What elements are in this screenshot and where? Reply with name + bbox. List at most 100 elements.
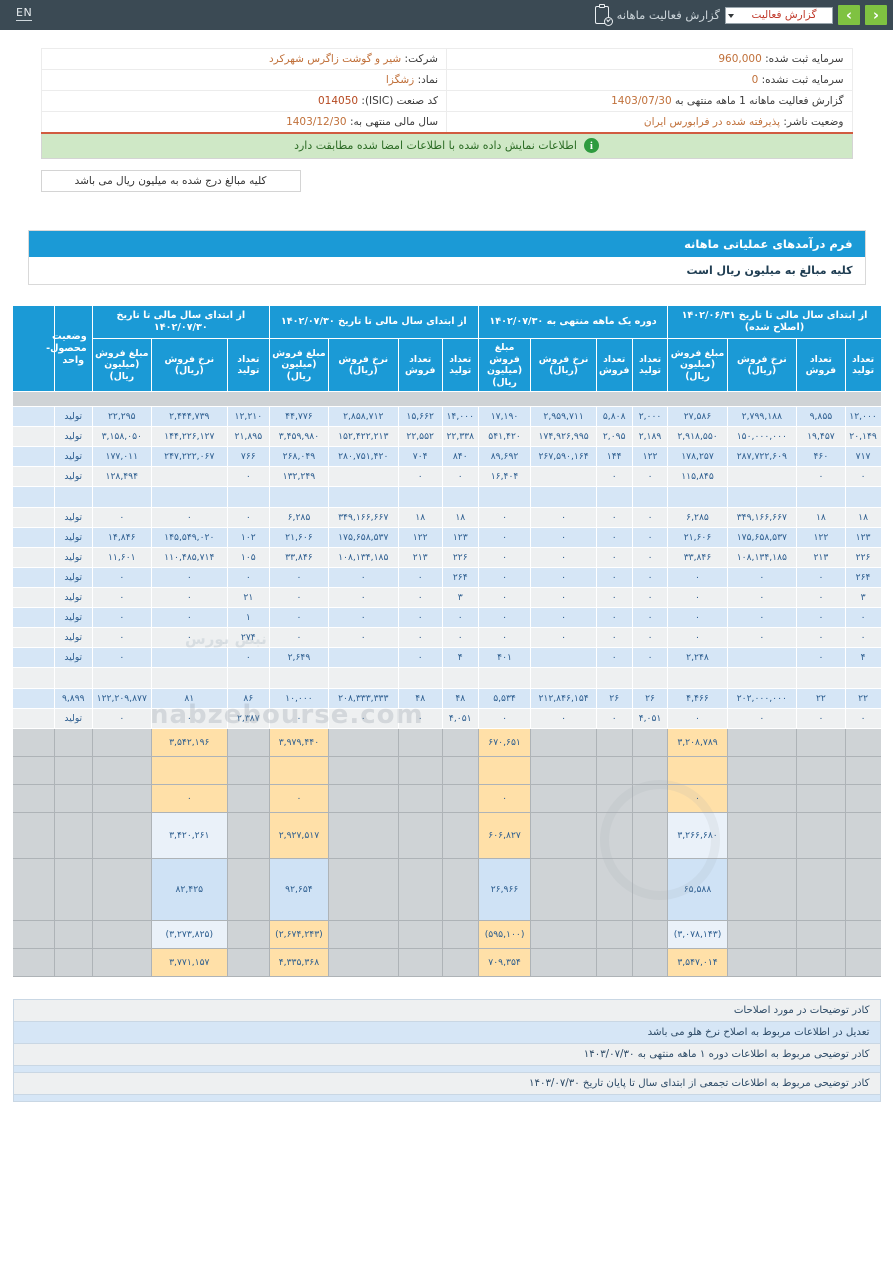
info-row-company: سرمایه ثبت شده: 960,000 شرکت: شیر و گوشت… [40,48,853,70]
language-toggle-en[interactable]: EN [16,7,33,21]
table-cell: ۲۴۷,۲۲۲,۰۶۷ [150,446,228,468]
totals-row: ۳,۵۴۷,۰۱۴ ۷۰۹,۳۵۴ ۴,۳۳۵,۳۶۸ ۳,۷۷۱,۱۵۷ [12,948,881,978]
table-cell: ۶,۲۸۵ [268,507,329,529]
table-cell: ۲,۷۹۹,۱۸۸ [726,406,798,428]
totals-empty-cell [595,948,633,978]
totals-empty-cell [327,756,399,786]
totals-empty-cell [53,812,93,860]
totals-empty-cell [726,920,798,950]
table-cell: ۰ [726,587,798,609]
table-cell: ۲۶۸,۰۴۹ [268,446,329,468]
totals-empty-cell [226,756,270,786]
footer-note-row-3: کادر توضیحی مربوط به اطلاعات تجمعی از اب… [12,1072,881,1096]
table-cell: ۰ [796,708,846,730]
table-cell: ۲۱۳ [796,547,846,569]
table-cell: ۵,۸۰۸ [595,406,633,428]
totals-value-cell: ۹۲,۶۵۴ [268,858,329,922]
table-cell: ۴۸ [441,688,479,710]
totals-empty-cell [726,756,798,786]
table-cell: ۲۶ [631,688,669,710]
prev-report-button[interactable]: ‹ [865,5,887,25]
col-sales-amount-1: مبلغ فروش (میلیون ریال) [667,337,728,393]
table-cell: ۳۳,۸۴۶ [667,547,728,569]
header-gap-cell [12,391,881,408]
unit-note-holder: کلیه مبالغ درج شده به میلیون ریال می باش… [40,165,853,192]
table-cell [726,647,798,669]
table-cell: ۰ [397,607,443,629]
table-cell: ۱۲۲,۲۰۹,۸۷۷ [91,688,152,710]
table-row: ۱۸ ۱۸ ۳۴۹,۱۶۶,۶۶۷ ۶,۲۸۵ ۰ ۰ ۰ ۰ ۱۸ ۱۸ ۳۴۹,۱۶۶,۶۶۷ ۶… [12,507,881,529]
totals-row: ۳,۲۶۶,۶۸۰ ۶۰۶,۸۲۷ ۲,۹۲۷,۵۱۷ ۳,۴۲۰,۲۶۱ [12,812,881,860]
period-value: 1 ماهه منتهی به [675,95,746,107]
table-cell: ۰ [477,547,532,569]
totals-empty-cell [530,858,597,922]
group-header-status: وضعیت محصول-واحد [46,305,93,393]
col-sales-rate-2: نرخ فروش (ریال) [530,337,597,393]
table-cell: ۱۷,۱۹۰ [477,406,532,428]
table-cell: ۷۱۷ [844,446,881,468]
table-cell: ۰ [667,708,728,730]
totals-empty-cell [441,756,479,786]
table-cell: ۰ [631,466,669,488]
footer-bottom-row [12,1094,881,1103]
table-cell: ۰ [327,607,399,629]
totals-empty-cell [327,784,399,814]
totals-empty-cell [53,784,93,814]
table-cell [327,667,399,690]
table-cell: ۲۱ [226,587,270,609]
table-cell: ۱۷۵,۶۵۸,۵۳۷ [327,527,399,549]
table-cell: ۱۷۵,۶۵۸,۵۳۷ [726,527,798,549]
totals-empty-cell [631,948,669,978]
table-cell-pad [12,547,55,569]
totals-empty-cell [12,728,55,758]
totals-empty-cell [441,812,479,860]
table-cell: ۰ [226,466,270,488]
totals-empty-cell [53,920,93,950]
isic-value: 014050 [317,95,359,107]
table-cell: ۰ [631,567,669,589]
table-cell: ۱۷۸,۲۵۷ [667,446,728,468]
table-cell: ۰ [844,607,881,629]
table-cell [397,667,443,690]
table-cell [150,466,228,488]
table-cell: ۰ [441,627,479,649]
col-sales-amount-4: مبلغ فروش (میلیون ریال) [91,337,152,393]
totals-empty-cell [631,728,669,758]
table-row: ۷۱۷ ۴۶۰ ۲۸۷,۷۲۲,۶۰۹ ۱۷۸,۲۵۷ ۱۲۲ ۱۴۴ ۲۶۷,۵۹۰,۱۶… [12,446,881,468]
table-cell: ۲۲ [844,688,881,710]
table-cell: ۰ [844,708,881,730]
totals-empty-cell [91,812,152,860]
table-cell: ۰ [91,647,152,669]
totals-empty-cell [327,948,399,978]
table-cell: ۱۲,۲۱۰ [226,406,270,428]
table-cell: ۱۳۲,۲۴۹ [268,466,329,488]
registered-capital-cell: سرمایه ثبت شده: 960,000 [446,48,853,70]
table-cell: ۰ [726,607,798,629]
table-row: ۰ ۰ ۱۱۵,۸۴۵ ۰ ۰ ۱۶,۴۰۴ ۰ ۰ ۱۳۲,۲۴۹ ۰ ۱۲۸,۴۹۴ تولید [12,466,881,488]
table-cell: ۲۱۲,۸۴۶,۱۵۴ [530,688,597,710]
table-cell-pad [12,426,55,448]
table-cell: ۰ [477,607,532,629]
info-row-isic: گزارش فعالیت ماهانه 1 ماهه منتهی به 1403… [40,90,853,112]
table-cell: ۰ [595,647,633,669]
next-report-button[interactable]: › [838,5,860,25]
table-cell: ۰ [796,647,846,669]
table-cell: ۰ [726,567,798,589]
table-cell: ۰ [397,587,443,609]
table-cell: ۰ [595,507,633,529]
table-cell [268,486,329,509]
col-produce-qty-2: تعداد تولید [631,337,669,393]
totals-value-cell: ۴,۳۳۵,۳۶۸ [268,948,329,978]
totals-empty-cell [726,784,798,814]
table-cell: ۲۲,۳۳۸ [441,426,479,448]
table-cell: ۰ [595,466,633,488]
unregistered-capital-cell: سرمایه ثبت نشده: 0 [446,69,853,91]
table-cell: ۰ [631,607,669,629]
report-type-select[interactable]: گزارش فعالیت [725,6,833,24]
table-row: ۳ ۰ ۰ ۰ ۰ ۰ ۰ ۰ ۳ ۰ ۰ ۰ ۲۱ ۰ ۰ تولید [12,587,881,609]
table-cell [268,667,329,690]
table-cell [441,486,479,509]
table-cell: ۰ [631,507,669,529]
table-cell: ۲,۹۱۸,۵۵۰ [667,426,728,448]
group-header-1: دوره یک ماهه منتهی به ۱۴۰۲/۰۷/۳۰ [477,305,669,339]
